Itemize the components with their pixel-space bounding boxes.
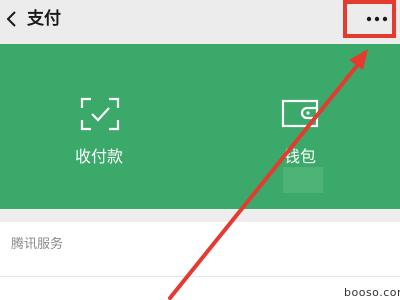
more-options-button[interactable] (360, 10, 394, 28)
scan-check-icon (80, 97, 120, 131)
watermark: booso.com (344, 286, 400, 299)
divider (0, 276, 400, 277)
payment-actions-panel: 收付款 钱包 (0, 44, 400, 209)
top-bar: 支付 (0, 0, 400, 40)
back-button[interactable] (0, 4, 22, 34)
wallet-button[interactable]: 钱包 (200, 44, 400, 209)
tencent-services-section: 腾讯服务 (0, 222, 400, 300)
section-title: 腾讯服务 (11, 237, 64, 252)
collect-pay-button[interactable]: 收付款 (0, 44, 200, 209)
page-title: 支付 (27, 9, 61, 29)
more-horizontal-icon (366, 16, 388, 22)
wallet-label: 钱包 (283, 147, 316, 166)
chevron-left-icon (6, 11, 16, 27)
collect-pay-label: 收付款 (74, 147, 123, 166)
wallet-icon (281, 99, 319, 128)
